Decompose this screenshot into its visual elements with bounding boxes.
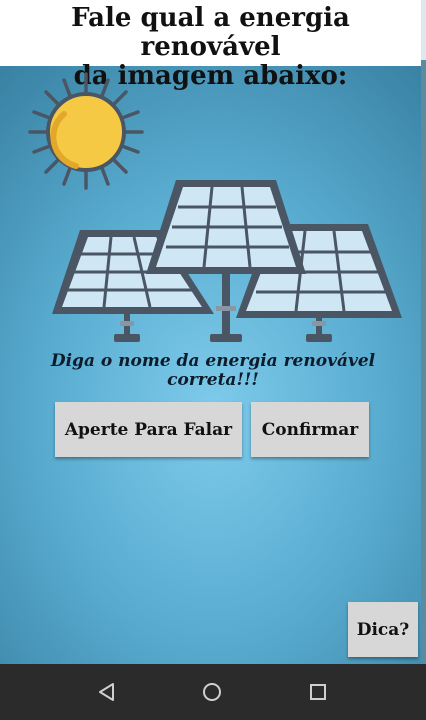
speak-button[interactable]: Aperte Para Falar xyxy=(55,402,242,457)
android-navigation-bar xyxy=(0,664,426,720)
app-screen: Fale qual a energia renovável da imagem … xyxy=(0,0,426,664)
recent-apps-icon[interactable] xyxy=(304,678,332,706)
hint-button[interactable]: Dica? xyxy=(348,602,418,657)
confirm-button[interactable]: Confirmar xyxy=(251,402,369,457)
back-icon[interactable] xyxy=(93,678,121,706)
home-icon[interactable] xyxy=(198,678,226,706)
title-bar: Fale qual a energia renovável da imagem … xyxy=(0,0,422,91)
window-edge xyxy=(421,0,426,664)
sun-icon xyxy=(28,72,144,190)
solar-energy-illustration xyxy=(28,72,402,342)
instruction-text: Diga o nome da energia renovável correta… xyxy=(50,351,376,390)
